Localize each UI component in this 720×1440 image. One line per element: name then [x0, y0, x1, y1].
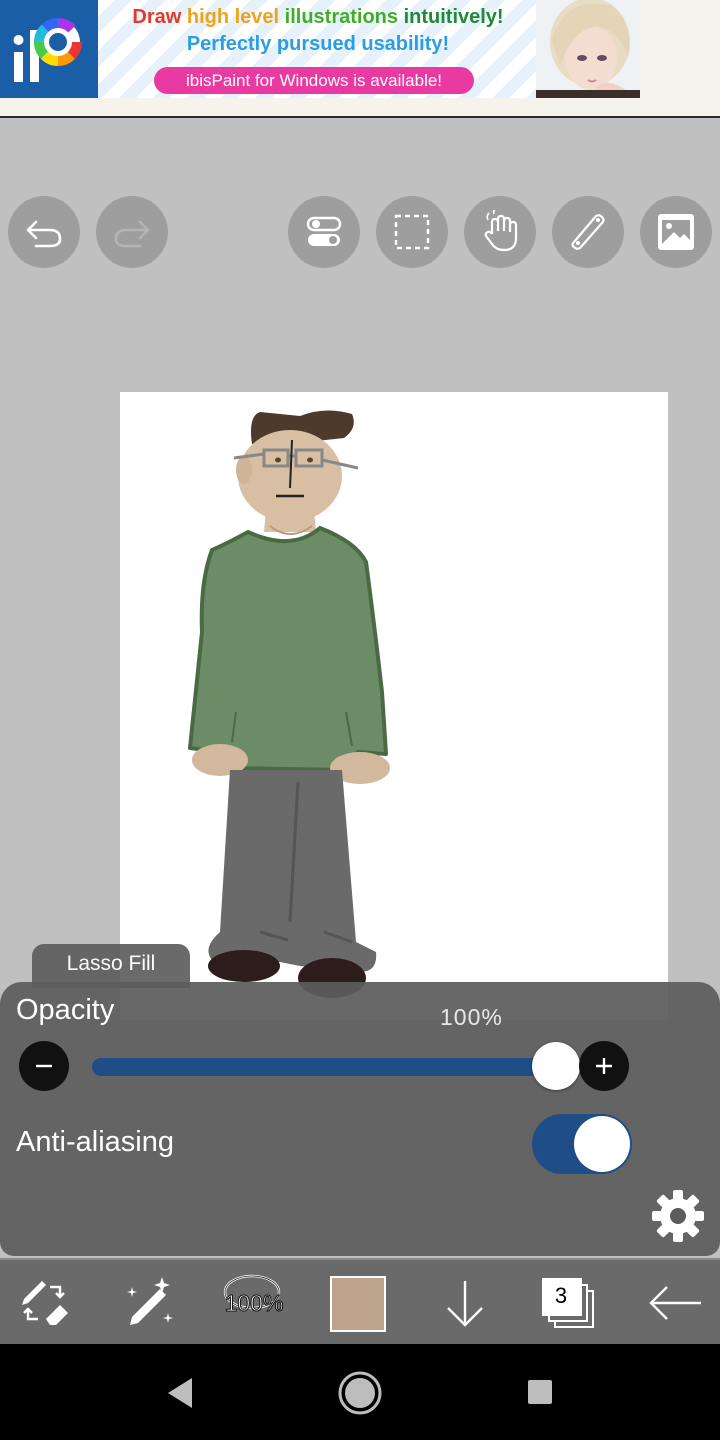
brush-size-value: 100% — [224, 1290, 284, 1317]
ad-subheadline: Perfectly pursued usability! — [186, 33, 450, 55]
layers-icon: 3 — [542, 1278, 596, 1328]
bottom-toolbar: 100% 3 — [0, 1258, 720, 1344]
selection-icon — [394, 214, 430, 250]
nav-home-icon[interactable] — [337, 1370, 383, 1416]
image-icon — [658, 214, 694, 250]
redo-button[interactable] — [96, 196, 168, 268]
opacity-increase-button[interactable] — [579, 1041, 629, 1091]
magic-pen-button[interactable] — [114, 1260, 182, 1346]
color-swatch[interactable] — [330, 1276, 386, 1332]
download-button[interactable] — [432, 1260, 498, 1346]
character-drawing — [188, 410, 390, 998]
layer-count: 3 — [554, 1283, 568, 1308]
redo-icon — [114, 220, 150, 248]
opacity-slider-handle[interactable] — [532, 1042, 580, 1090]
nav-back-icon[interactable] — [164, 1376, 196, 1410]
opacity-label: Opacity — [16, 994, 115, 1026]
ad-illustration — [536, 0, 640, 98]
reference-image-button[interactable] — [640, 196, 712, 268]
ad-word: illustrations — [284, 6, 404, 28]
tool-swap-button[interactable] — [10, 1260, 78, 1346]
ruler-button[interactable] — [552, 196, 624, 268]
drawing-canvas[interactable] — [120, 392, 668, 1020]
ad-banner[interactable]: Draw high level illustrations intuitivel… — [0, 0, 720, 118]
toggle-knob — [574, 1116, 630, 1172]
download-arrow-icon — [447, 1281, 483, 1327]
ad-headline: Draw high level illustrations intuitivel… — [98, 6, 538, 29]
anti-aliasing-toggle[interactable] — [532, 1114, 632, 1174]
gear-icon[interactable] — [648, 1186, 708, 1246]
undo-button[interactable] — [8, 196, 80, 268]
ad-cta-button[interactable]: ibisPaint for Windows is available! — [154, 67, 474, 94]
ad-word: Draw — [132, 6, 187, 28]
anti-aliasing-label: Anti-aliasing — [16, 1126, 174, 1158]
ibispaint-logo-icon — [0, 0, 98, 98]
nav-recents-icon[interactable] — [526, 1378, 554, 1406]
brush-size-indicator: 100% — [220, 1260, 288, 1346]
opacity-decrease-button[interactable] — [19, 1041, 69, 1091]
undo-icon — [26, 220, 62, 248]
tool-swap-icon — [22, 1281, 68, 1325]
brush-size-button[interactable]: 100% — [220, 1260, 288, 1346]
plus-icon — [596, 1058, 612, 1074]
magic-pen-icon — [127, 1277, 173, 1325]
ad-word: intuitively! — [403, 6, 504, 28]
toggles-icon — [306, 216, 342, 246]
system-navigation-bar — [0, 1344, 720, 1440]
opacity-value: 100% — [440, 1004, 503, 1030]
back-arrow-icon — [649, 1286, 701, 1320]
hand-icon — [484, 210, 518, 252]
ruler-icon — [571, 214, 605, 250]
ad-word: high level — [186, 6, 285, 28]
minus-icon — [36, 1064, 52, 1068]
opacity-slider[interactable] — [92, 1058, 552, 1076]
hand-tool-button[interactable] — [464, 196, 536, 268]
selection-button[interactable] — [376, 196, 448, 268]
layers-button[interactable]: 3 — [536, 1260, 602, 1346]
toggle-panel-button[interactable] — [288, 196, 360, 268]
layer-front-frame: 3 — [542, 1278, 582, 1316]
back-button[interactable] — [640, 1260, 710, 1346]
